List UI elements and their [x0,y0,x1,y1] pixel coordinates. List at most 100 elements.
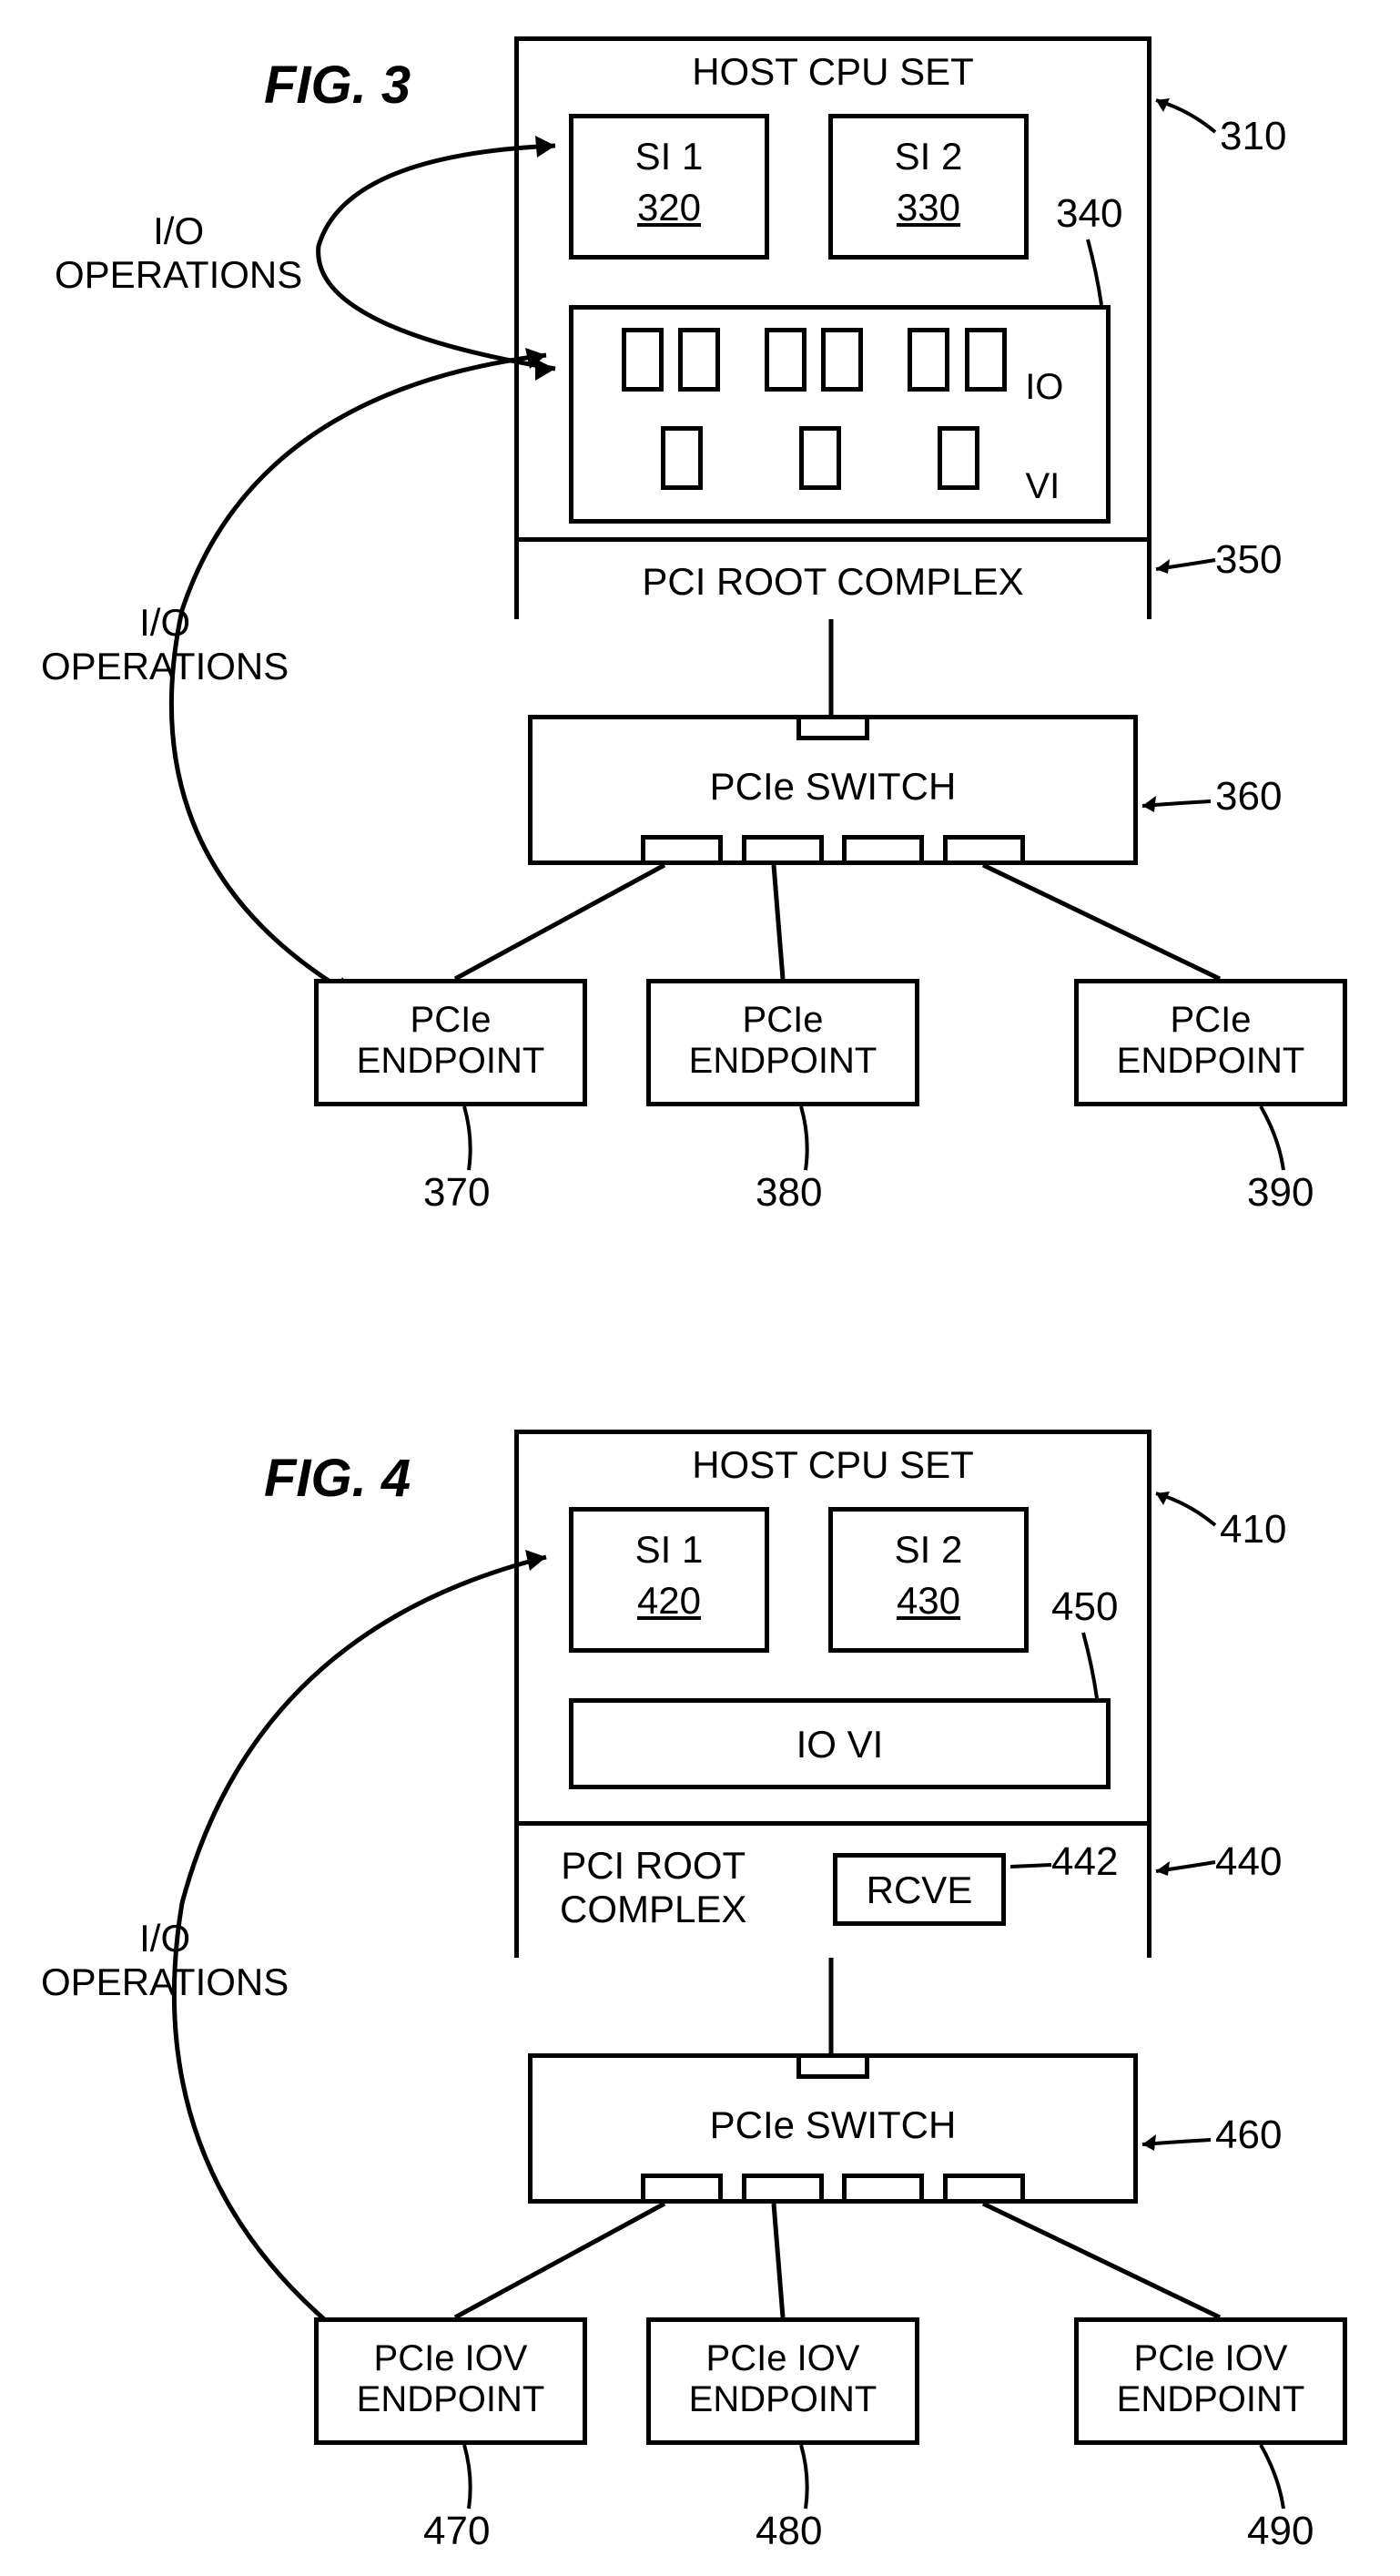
fig3-switch-top-port [796,715,869,740]
fig3-vi-label: VI [1025,466,1060,506]
fig4-host-title: HOST CPU SET [519,1443,1147,1487]
fig3-switch-port [943,835,1025,860]
fig4-switch-port [943,2174,1025,2199]
fig3-io-slot [965,328,1007,392]
leader-line [792,1106,819,1175]
leader-line [1256,1106,1293,1175]
fig4-si1-label: SI 1 [573,1528,765,1572]
fig4-ref450: 450 [1051,1584,1118,1630]
connector-line [827,619,836,719]
fig3-io-ops-2: OPERATIONS [55,253,302,297]
leader-line [455,1106,482,1175]
fig3-iovi-box: IO VI [569,305,1111,524]
fig4-ref442: 442 [1051,1839,1118,1885]
fig3-title: FIG. 3 [264,55,411,116]
fig4-switch-top-port [796,2053,869,2079]
fig3-switch-port [742,835,824,860]
fig3-ref360: 360 [1215,774,1282,820]
fig3-ref370: 370 [423,1170,490,1216]
fig4-switch-label: PCIe SWITCH [533,2103,1133,2147]
fig4-ep1-a: PCIe IOV [319,2338,583,2379]
fig4-si2-num: 430 [833,1579,1024,1623]
fig4-switch-port [742,2174,824,2199]
fig3-si1: SI 1 320 [569,114,769,260]
fig4-endpoint2: PCIe IOV ENDPOINT [646,2317,919,2445]
fig4-endpoint1: PCIe IOV ENDPOINT [314,2317,587,2445]
fig3-host-cpu-set: HOST CPU SET SI 1 320 SI 2 330 IO V [514,36,1151,619]
fig3-io-slot [622,328,664,392]
fig3-io-ops-lower: I/O OPERATIONS [41,601,289,688]
fig3-io-ops-4: OPERATIONS [41,645,289,688]
fig4-iovi-box: IO VI [569,1698,1111,1789]
fig3-ref310: 310 [1220,114,1286,159]
fig4-switch-port [641,2174,723,2199]
fig4-rcve: RCVE [833,1853,1006,1926]
fig3-io-slot [765,328,807,392]
fig3-ref340: 340 [1056,191,1122,237]
fig3-vi-slot [799,426,841,490]
fig3-si2-num: 330 [833,186,1024,229]
fig3-io-ops-1: I/O [55,209,302,253]
leader-line [1151,1489,1224,1534]
fig4-root-complex-1: PCI ROOT [560,1844,746,1888]
fig4-root-complex-2: COMPLEX [560,1888,746,1931]
connector-lines [364,2204,1365,2322]
fig4-ref490: 490 [1247,2509,1314,2554]
leader-line [455,2445,482,2513]
leader-line [1138,2113,1220,2158]
fig4-io-ops: I/O OPERATIONS [41,1917,289,2004]
fig3-si1-label: SI 1 [573,135,765,178]
fig3-ep3-a: PCIe [1079,1000,1343,1041]
fig3-ep2-b: ENDPOINT [651,1041,915,1082]
fig3-root-complex-label: PCI ROOT COMPLEX [519,560,1147,604]
leader-line [1151,1839,1224,1876]
fig3-ep3-b: ENDPOINT [1079,1041,1343,1082]
fig3-endpoint1: PCIe ENDPOINT [314,979,587,1106]
fig4-ref470: 470 [423,2509,490,2554]
fig4-io-ops-1: I/O [41,1917,289,1960]
fig4-ep2-a: PCIe IOV [651,2338,915,2379]
fig3-host-title: HOST CPU SET [519,50,1147,94]
fig3-switch-label: PCIe SWITCH [533,765,1133,809]
fig3-endpoint3: PCIe ENDPOINT [1074,979,1347,1106]
fig4-pcie-switch: PCIe SWITCH [528,2053,1138,2204]
fig4-ep2-b: ENDPOINT [651,2379,915,2420]
fig4-si1-num: 420 [573,1579,765,1623]
fig4-si2: SI 2 430 [828,1507,1029,1653]
fig4-title: FIG. 4 [264,1448,411,1509]
leader-line [792,2445,819,2513]
fig3-ref350: 350 [1215,537,1282,583]
fig3-switch-port [641,835,723,860]
fig3-ref380: 380 [756,1170,822,1216]
fig3-io-slot [821,328,863,392]
fig4-iovi-label: IO VI [573,1723,1106,1767]
fig3-io-slot [678,328,720,392]
fig3-io-slot [908,328,949,392]
fig4-ref480: 480 [756,2509,822,2554]
leader-line [1151,96,1224,141]
fig3-ep1-b: ENDPOINT [319,1041,583,1082]
leader-line [1151,537,1224,574]
fig3-vi-slot [661,426,703,490]
fig3-root-complex: PCI ROOT COMPLEX [519,537,1147,619]
fig4-ep3-b: ENDPOINT [1079,2379,1343,2420]
fig3-io-ops-upper: I/O OPERATIONS [55,209,302,297]
fig4-io-ops-2: OPERATIONS [41,1960,289,2004]
fig3-ep2-a: PCIe [651,1000,915,1041]
fig3-switch-port [842,835,924,860]
fig3-io-label: IO [1025,367,1063,407]
fig4-endpoint3: PCIe IOV ENDPOINT [1074,2317,1347,2445]
fig4-si1: SI 1 420 [569,1507,769,1653]
fig3-vi-slot [938,426,979,490]
fig3-endpoint2: PCIe ENDPOINT [646,979,919,1106]
fig4-ref460: 460 [1215,2113,1282,2158]
fig3-io-ops-3: I/O [41,601,289,645]
leader-line [1138,774,1220,820]
fig4-rcve-label: RCVE [837,1868,1001,1912]
fig3-ep1-a: PCIe [319,1000,583,1041]
leader-line [1256,2445,1293,2513]
fig4-ref440: 440 [1215,1839,1282,1885]
fig4-ref410: 410 [1220,1507,1286,1553]
fig4-switch-port [842,2174,924,2199]
fig3-ref390: 390 [1247,1170,1314,1216]
